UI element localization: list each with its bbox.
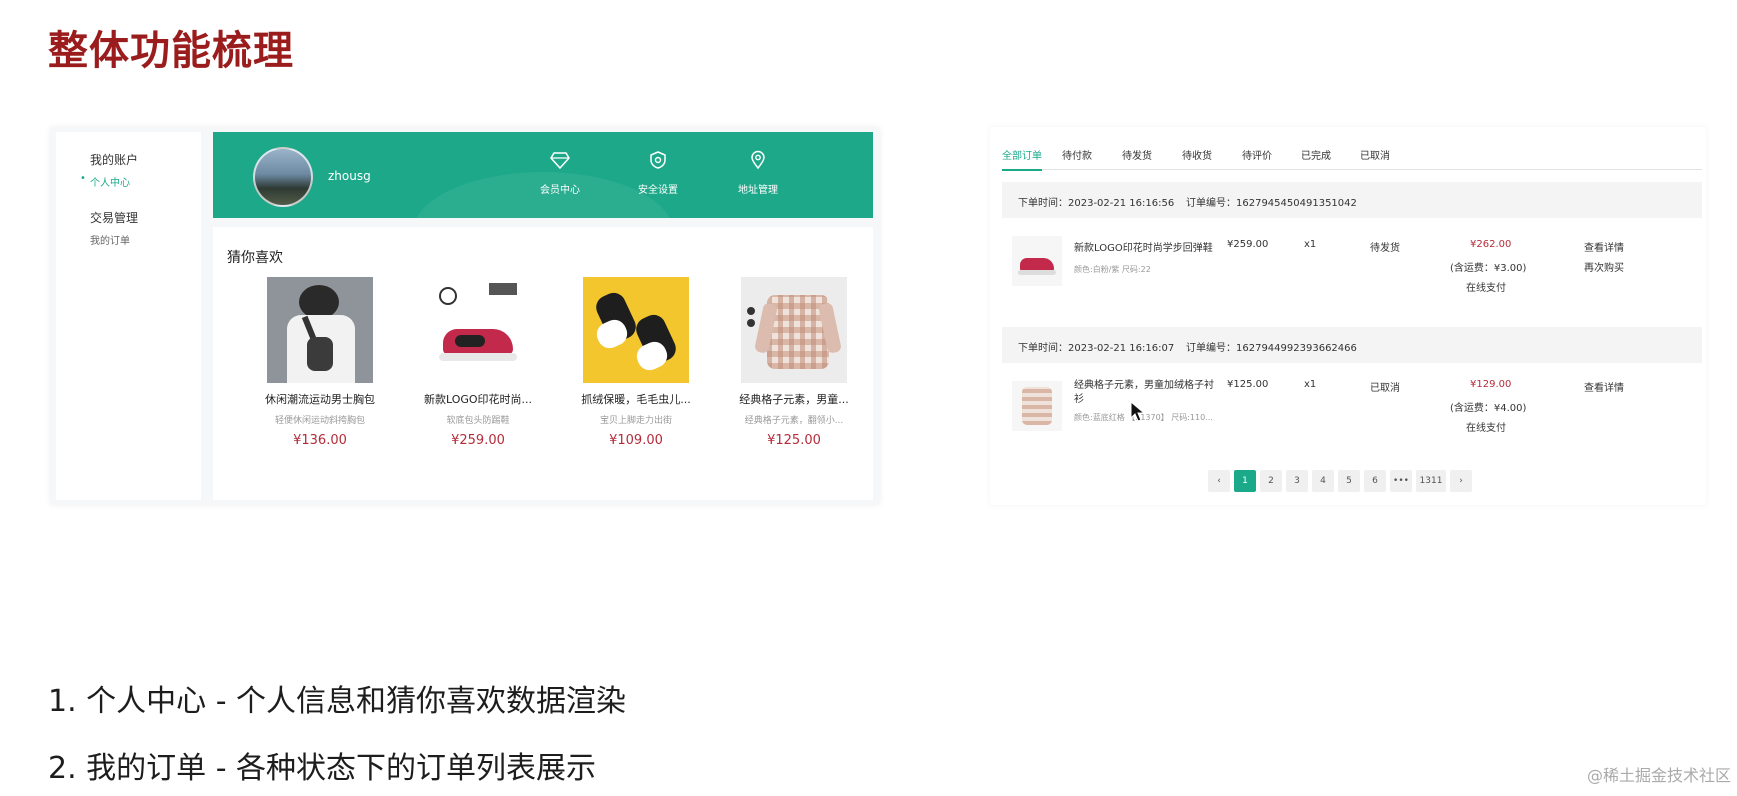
- page-button[interactable]: 1: [1234, 470, 1256, 492]
- order-time: 下单时间：2023-02-21 16:16:56: [1018, 198, 1175, 209]
- pagination: ‹ 1 2 3 4 5 6 ••• 1311 ›: [1208, 470, 1472, 492]
- product-desc: 经典格子元素，翻领小...: [744, 416, 844, 426]
- page-button[interactable]: 3: [1286, 470, 1308, 492]
- order-item-spec: 颜色:白粉/紫 尺码:22: [1074, 265, 1151, 274]
- order-time: 下单时间：2023-02-21 16:16:07: [1018, 343, 1175, 354]
- order-payment-method: 在线支付: [1466, 283, 1506, 294]
- order-freight: (含运费：¥4.00): [1450, 403, 1527, 414]
- security-settings-label: 安全设置: [638, 185, 678, 196]
- product-name: 经典格子元素，男童...: [739, 393, 849, 406]
- address-management-link[interactable]: 地址管理: [713, 150, 803, 197]
- watermark: @稀土掘金技术社区: [1586, 766, 1731, 785]
- product-price: ¥136.00: [293, 433, 347, 448]
- tab-pending-payment[interactable]: 待付款: [1062, 147, 1092, 162]
- tab-pending-receipt[interactable]: 待收货: [1182, 147, 1212, 162]
- order-total: ¥129.00: [1470, 379, 1512, 390]
- sidebar-item-my-orders[interactable]: 我的订单: [90, 232, 130, 247]
- order-payment-method: 在线支付: [1466, 423, 1506, 434]
- slide-title: 整体功能梳理: [48, 28, 294, 74]
- order-item-image[interactable]: [1012, 236, 1062, 286]
- order-status: 已取消: [1370, 383, 1400, 394]
- product-card[interactable]: 抓绒保暖，毛毛虫儿... 宝贝上脚走力出街 ¥109.00: [561, 277, 711, 448]
- security-settings-link[interactable]: 安全设置: [613, 150, 703, 197]
- order-item-name[interactable]: 新款LOGO印花时尚学步回弹鞋: [1074, 239, 1213, 254]
- page-ellipsis: •••: [1390, 470, 1412, 492]
- order-freight: (含运费：¥3.00): [1450, 263, 1527, 274]
- product-price: ¥109.00: [609, 433, 663, 448]
- product-name: 新款LOGO印花时尚...: [423, 393, 533, 406]
- product-price: ¥259.00: [451, 433, 505, 448]
- tab-all-orders[interactable]: 全部订单: [1002, 147, 1042, 171]
- diamond-icon: [550, 152, 570, 170]
- order-row: 经典格子元素，男童加绒格子衬衫 颜色:蓝底红格 【21370】 尺码:110..…: [1002, 367, 1702, 447]
- sidebar-item-personal-center[interactable]: 个人中心: [80, 173, 130, 189]
- order-item-image[interactable]: [1012, 381, 1062, 431]
- product-desc: 软底包头防踢鞋: [446, 416, 510, 426]
- page-button[interactable]: 6: [1364, 470, 1386, 492]
- product-price: ¥125.00: [767, 433, 821, 448]
- sidebar-heading-trade: 交易管理: [90, 211, 139, 225]
- order-quantity: x1: [1304, 379, 1317, 390]
- address-management-label: 地址管理: [738, 185, 778, 196]
- mouse-cursor-icon: [1130, 401, 1146, 422]
- view-details-link[interactable]: 查看详情: [1584, 239, 1624, 254]
- order-unit-price: ¥259.00: [1227, 239, 1269, 250]
- prev-page-button[interactable]: ‹: [1208, 470, 1230, 492]
- page-button[interactable]: 4: [1312, 470, 1334, 492]
- tab-cancelled[interactable]: 已取消: [1360, 147, 1390, 162]
- guess-you-like-panel: 猜你喜欢 休闲潮流运动男士胸包 轻便休闲运动斜挎胸包 ¥136.00 新款LOG…: [213, 227, 873, 500]
- product-desc: 宝贝上脚走力出街: [599, 416, 672, 426]
- buy-again-link[interactable]: 再次购买: [1584, 259, 1624, 274]
- member-center-link[interactable]: 会员中心: [515, 150, 605, 197]
- bullet-point-1: 1. 个人中心 - 个人信息和猜你喜欢数据渲染: [48, 684, 627, 719]
- product-image-plush-shoes: [583, 277, 689, 383]
- member-center-label: 会员中心: [540, 185, 580, 196]
- product-image-plaid-shirt: [741, 277, 847, 383]
- product-name: 休闲潮流运动男士胸包: [265, 393, 375, 406]
- tab-pending-review[interactable]: 待评价: [1242, 147, 1272, 162]
- bullet-point-2: 2. 我的订单 - 各种状态下的订单列表展示: [48, 751, 597, 786]
- page-button[interactable]: 5: [1338, 470, 1360, 492]
- account-sidebar: 我的账户 个人中心 交易管理 我的订单: [56, 132, 201, 500]
- orders-page-screenshot: 全部订单 待付款 待发货 待收货 待评价 已完成 已取消 下单时间：2023-0…: [990, 127, 1706, 505]
- tab-pending-shipment[interactable]: 待发货: [1122, 147, 1152, 162]
- order-unit-price: ¥125.00: [1227, 379, 1269, 390]
- location-pin-icon: [751, 150, 765, 170]
- username: zhousg: [328, 169, 371, 183]
- product-image-toddler-shoes: [425, 277, 531, 383]
- shield-icon: [650, 151, 666, 169]
- order-total: ¥262.00: [1470, 239, 1512, 250]
- page-button[interactable]: 2: [1260, 470, 1282, 492]
- product-name: 抓绒保暖，毛毛虫儿...: [581, 393, 691, 406]
- order-number: 订单编号：1627944992393662466: [1186, 343, 1357, 354]
- order-row: 新款LOGO印花时尚学步回弹鞋 颜色:白粉/紫 尺码:22 ¥259.00 x1…: [1002, 222, 1702, 302]
- product-image-chest-bag: [267, 277, 373, 383]
- order-status: 待发货: [1370, 243, 1400, 254]
- view-details-link[interactable]: 查看详情: [1584, 379, 1624, 394]
- profile-page-screenshot: 我的账户 个人中心 交易管理 我的订单 zhousg 会员中心 安全设置: [50, 127, 880, 505]
- order-header: 下单时间：2023-02-21 16:16:56 订单编号：1627945450…: [1002, 182, 1702, 218]
- profile-banner: zhousg 会员中心 安全设置 地址管理: [213, 132, 873, 218]
- product-card[interactable]: 新款LOGO印花时尚... 软底包头防踢鞋 ¥259.00: [403, 277, 553, 448]
- avatar[interactable]: [253, 147, 313, 207]
- tab-completed[interactable]: 已完成: [1301, 147, 1331, 162]
- next-page-button[interactable]: ›: [1450, 470, 1472, 492]
- order-status-tabs: 全部订单 待付款 待发货 待收货 待评价 已完成 已取消: [1002, 127, 1702, 171]
- order-number: 订单编号：1627945450491351042: [1186, 198, 1357, 209]
- order-header: 下单时间：2023-02-21 16:16:07 订单编号：1627944992…: [1002, 327, 1702, 363]
- product-card[interactable]: 休闲潮流运动男士胸包 轻便休闲运动斜挎胸包 ¥136.00: [245, 277, 395, 448]
- guess-you-like-title: 猜你喜欢: [227, 250, 283, 266]
- page-button-last[interactable]: 1311: [1416, 470, 1446, 492]
- sidebar-heading-account: 我的账户: [90, 153, 139, 167]
- product-desc: 轻便休闲运动斜挎胸包: [274, 416, 365, 426]
- product-card[interactable]: 经典格子元素，男童... 经典格子元素，翻领小... ¥125.00: [719, 277, 869, 448]
- order-quantity: x1: [1304, 239, 1317, 250]
